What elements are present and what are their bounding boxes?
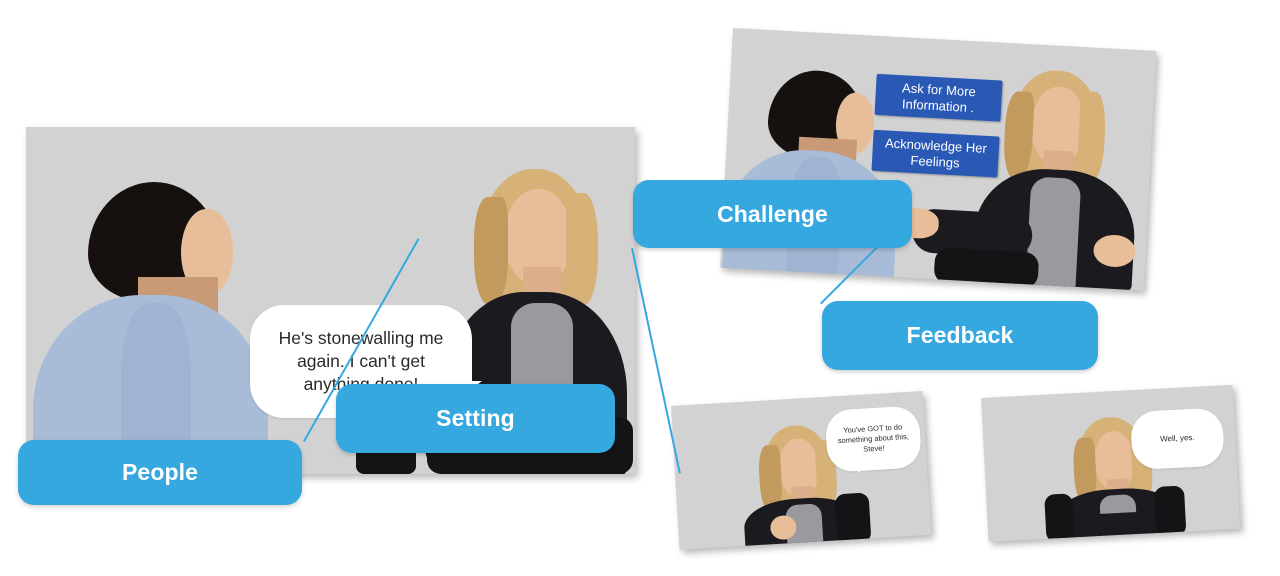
speech-tail-icon [837, 456, 861, 475]
diagram-canvas: He's stonewalling me again. I can't get … [0, 0, 1280, 576]
label-challenge-text: Challenge [717, 200, 828, 227]
label-setting[interactable]: Setting [336, 384, 615, 453]
feedback-right-speech-bubble: Well, yes. [1129, 407, 1225, 471]
challenge-scene-panel[interactable]: Ask for More Information . Acknowledge H… [720, 28, 1157, 291]
feedback-scene-left-panel[interactable]: You've GOT to do something about this, S… [671, 391, 932, 550]
label-feedback[interactable]: Feedback [822, 301, 1098, 370]
chip-acknowledge-feelings[interactable]: Acknowledge Her Feelings [871, 129, 1000, 178]
label-challenge[interactable]: Challenge [633, 180, 912, 248]
label-feedback-text: Feedback [906, 322, 1014, 348]
chip-ask-more-info[interactable]: Ask for More Information . [874, 73, 1003, 122]
feedback-left-speech-bubble: You've GOT to do something about this, S… [824, 405, 923, 475]
label-setting-text: Setting [436, 405, 515, 431]
chip-acknowledge-feelings-label: Acknowledge Her Feelings [884, 135, 988, 170]
label-people-text: People [121, 459, 198, 485]
feedback-right-speech-text: Well, yes. [1159, 432, 1195, 444]
label-people[interactable]: People [18, 440, 302, 505]
connector-setting-to-challenge [631, 248, 681, 474]
speech-tail-icon [1138, 452, 1161, 470]
feedback-scene-right-panel[interactable]: Well, yes. [981, 384, 1241, 542]
feedback-left-speech-text: You've GOT to do something about this, S… [837, 422, 910, 454]
chip-ask-more-info-label: Ask for More Information . [901, 79, 977, 115]
